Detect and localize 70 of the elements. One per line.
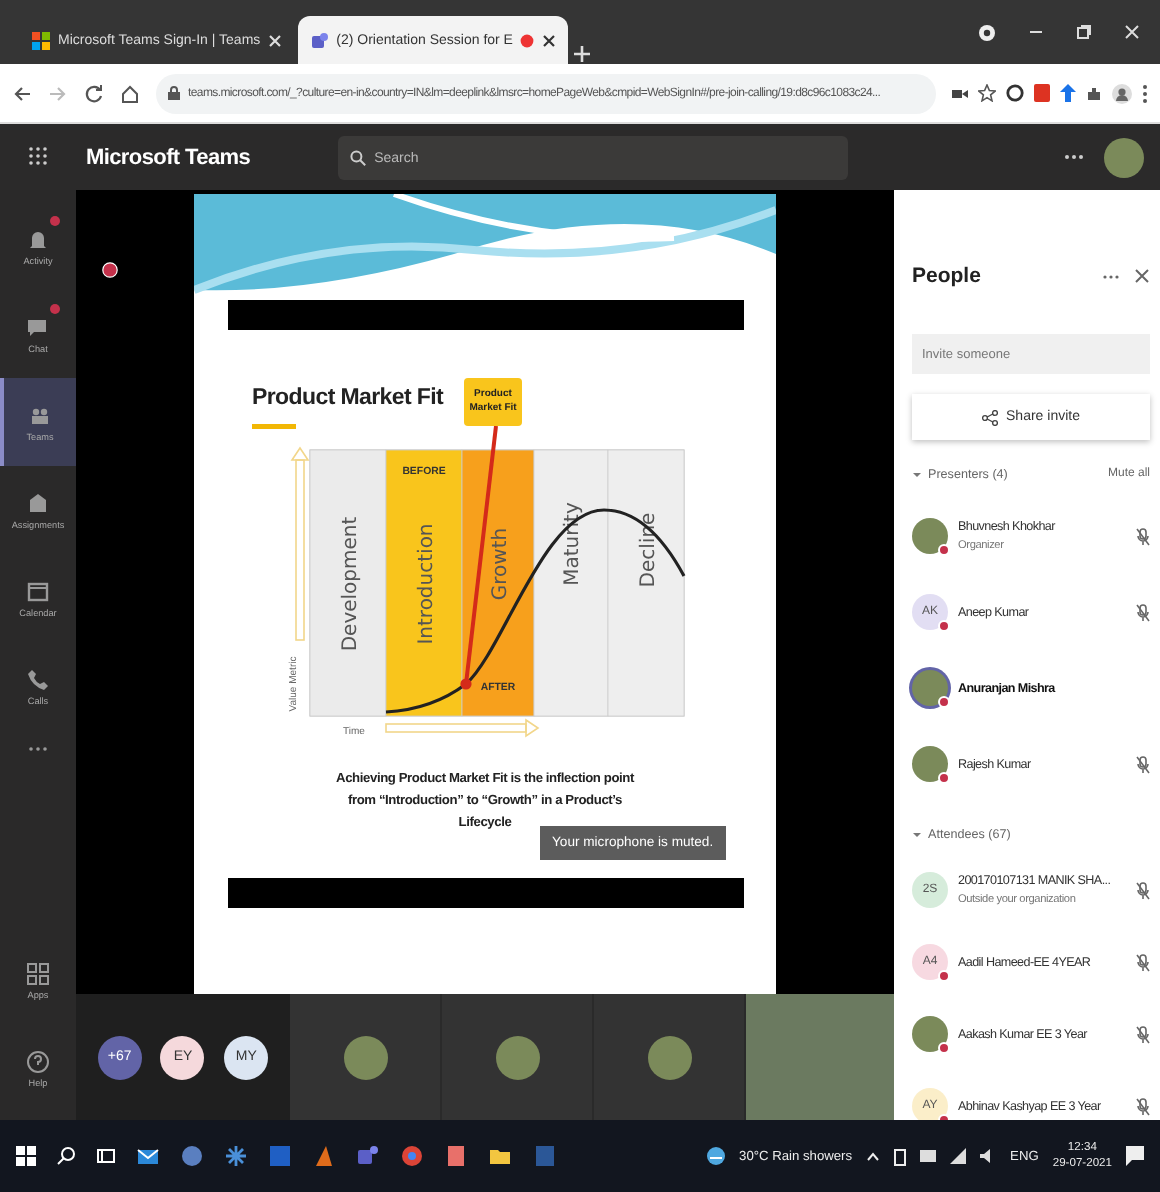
stage-label: Growth xyxy=(490,527,512,601)
circle-extension-icon[interactable] xyxy=(1006,84,1024,102)
title-underline xyxy=(252,424,296,429)
slide-title: Product Market Fit xyxy=(252,386,444,410)
snowflake-app-icon[interactable] xyxy=(224,1144,248,1168)
share-icon xyxy=(982,409,999,425)
backpack-icon xyxy=(26,491,50,515)
triangle-app-icon[interactable] xyxy=(312,1144,336,1168)
avatar-photo xyxy=(912,746,948,782)
inflection-dot xyxy=(460,678,472,690)
more-options-icon[interactable] xyxy=(1064,154,1084,160)
globe-app-icon[interactable] xyxy=(180,1144,204,1168)
record-icon[interactable] xyxy=(978,23,996,41)
mail-app-icon[interactable] xyxy=(136,1144,160,1168)
callout-box xyxy=(464,378,522,426)
search-icon[interactable] xyxy=(56,1146,76,1166)
caret-icon[interactable] xyxy=(912,829,922,839)
folder-app-icon[interactable] xyxy=(488,1144,512,1168)
arrow-up-extension-icon[interactable] xyxy=(1060,84,1076,102)
teams-app-icon[interactable] xyxy=(356,1144,380,1168)
stage-label: Decline xyxy=(638,512,660,588)
profile-icon[interactable] xyxy=(1112,83,1132,103)
plus-icon[interactable] xyxy=(572,44,593,64)
close-icon[interactable] xyxy=(542,33,557,47)
battery-icon xyxy=(894,1147,907,1165)
avatar-photo xyxy=(495,1035,539,1079)
close-icon[interactable] xyxy=(1134,268,1150,284)
stage-label: Introduction xyxy=(416,523,438,645)
avatar-photo xyxy=(343,1035,387,1079)
word-app-icon[interactable] xyxy=(532,1144,556,1168)
user-avatar[interactable] xyxy=(1104,137,1144,177)
lock-icon xyxy=(168,86,180,100)
chevron-up-icon[interactable] xyxy=(866,1151,881,1161)
avatar-photo xyxy=(912,518,948,554)
panel-title: People xyxy=(912,264,981,288)
stage-label: Maturity xyxy=(562,502,584,586)
app-title: Microsoft Teams xyxy=(86,145,251,169)
app-grid-icon[interactable] xyxy=(28,146,50,168)
bell-icon xyxy=(26,227,50,251)
square-app-icon[interactable] xyxy=(268,1144,292,1168)
more-apps-icon[interactable] xyxy=(28,746,48,752)
recording-icon xyxy=(102,262,118,278)
stage-label: Development xyxy=(340,516,362,652)
star-icon[interactable] xyxy=(978,84,996,102)
notification-icon[interactable] xyxy=(1126,1146,1144,1166)
caret-icon[interactable] xyxy=(912,469,922,479)
help-icon xyxy=(26,1049,50,1073)
avatar-photo xyxy=(912,1016,948,1052)
home-icon[interactable] xyxy=(120,83,140,103)
people-group-icon xyxy=(28,403,52,427)
apps-grid-icon xyxy=(26,961,50,985)
puzzle-icon[interactable] xyxy=(1086,85,1102,101)
browser-app-icon[interactable] xyxy=(400,1144,424,1168)
avatar-photo xyxy=(647,1035,691,1079)
calendar-icon xyxy=(26,579,50,603)
more-options-icon[interactable] xyxy=(1102,273,1120,279)
restore-icon[interactable] xyxy=(1076,24,1092,40)
chat-bubble-icon xyxy=(26,315,50,339)
windows-logo-icon xyxy=(32,31,50,49)
wifi-icon[interactable] xyxy=(950,1148,967,1164)
back-arrow-icon[interactable] xyxy=(12,83,32,103)
task-view-icon[interactable] xyxy=(96,1146,116,1166)
camera-icon[interactable] xyxy=(952,85,968,101)
teams-logo-icon xyxy=(310,31,329,49)
reload-icon[interactable] xyxy=(84,83,104,103)
kebab-menu-icon[interactable] xyxy=(1142,83,1148,103)
search-icon xyxy=(350,149,367,165)
phone-icon xyxy=(26,667,50,691)
windows-start-icon[interactable] xyxy=(16,1146,36,1166)
document-app-icon[interactable] xyxy=(444,1144,468,1168)
